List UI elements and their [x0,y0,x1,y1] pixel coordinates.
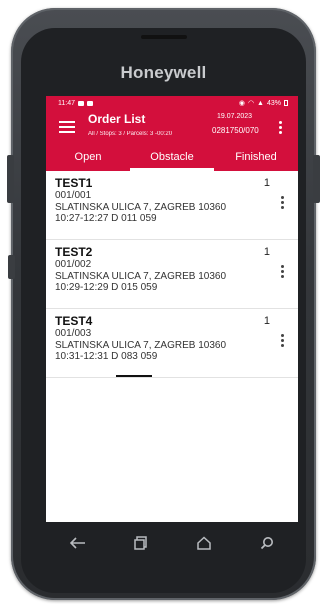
side-button-right[interactable] [313,155,320,203]
status-time: 11:47 [58,99,75,107]
screen: 11:47 ◉ ◠ ▲ 43% Order List All / Stops: … [46,96,298,522]
page-subtitle: All / Stops: 3 / Parcels: 3 -00:20 [88,131,173,137]
order-name: TEST4 [55,314,93,328]
list-item[interactable]: TEST1 001/001 SLATINSKA ULICA 7, ZAGREB … [46,171,298,240]
order-time: 10:29-12:29 D 015 059 [55,282,158,293]
location-icon: ◉ [238,100,245,107]
order-date: 19.07.2023 [217,113,253,120]
order-code: 001/002 [55,259,92,270]
brand-logo: Honeywell [120,63,207,82]
signal-icon: ▲ [257,99,264,107]
order-name: TEST1 [55,176,93,190]
order-address: SLATINSKA ULICA 7, ZAGREB 10360 [55,201,227,213]
home-icon[interactable] [189,528,219,558]
tab-open[interactable]: Open [46,146,130,171]
order-address: SLATINSKA ULICA 7, ZAGREB 10360 [55,339,227,351]
parcel-count: 1 [263,177,270,189]
document-number: 0281750/070 [212,126,259,135]
back-icon[interactable] [63,528,93,558]
order-code: 001/001 [55,190,92,201]
list-item[interactable]: TEST2 001/002 SLATINSKA ULICA 7, ZAGREB … [46,240,298,309]
status-bar: 11:47 ◉ ◠ ▲ 43% [46,96,298,110]
more-options-icon[interactable] [279,121,283,136]
navigation-bar [46,522,298,564]
wifi-icon: ◠ [247,100,255,107]
parcel-count: 1 [263,315,270,327]
notification-icon [87,100,93,106]
tab-finished[interactable]: Finished [214,146,298,171]
battery-percent: 43% [266,99,281,107]
search-icon[interactable] [252,528,282,558]
speaker-grille [141,35,187,39]
item-more-icon[interactable] [281,265,284,280]
order-address: SLATINSKA ULICA 7, ZAGREB 10360 [55,270,227,282]
tab-bar: Open Obstacle Finished [46,146,298,171]
order-name: TEST2 [55,245,93,259]
parcel-count: 1 [263,246,270,258]
item-more-icon[interactable] [281,196,284,211]
app-bar: Order List All / Stops: 3 / Parcels: 3 -… [46,110,298,146]
order-code: 001/003 [55,328,92,339]
text-underline [116,375,152,377]
item-more-icon[interactable] [281,334,284,349]
side-button-left-lower[interactable] [8,255,15,279]
side-button-left[interactable] [7,155,14,203]
order-list: TEST1 001/001 SLATINSKA ULICA 7, ZAGREB … [46,171,298,378]
page-title: Order List [88,112,146,126]
order-time: 10:27-12:27 D 011 059 [55,213,157,224]
order-time: 10:31-12:31 D 083 059 [55,351,158,362]
list-item[interactable]: TEST4 001/003 SLATINSKA ULICA 7, ZAGREB … [46,309,298,378]
recents-icon[interactable] [126,528,156,558]
menu-icon[interactable] [59,121,75,133]
notification-icon [78,100,84,106]
battery-icon [284,100,288,106]
